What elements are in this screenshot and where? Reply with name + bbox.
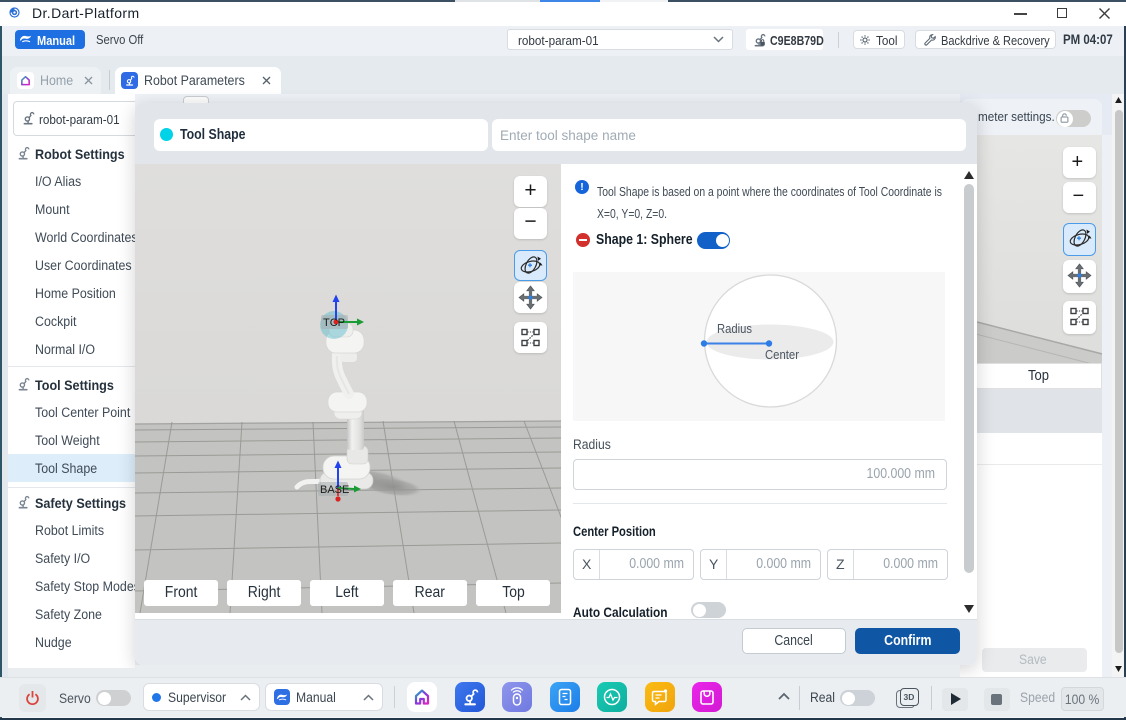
svg-text:BASE: BASE [320, 484, 349, 496]
svg-text:Radius: Radius [717, 322, 752, 336]
svg-text:TCP: TCP [323, 317, 345, 329]
svg-text:Center: Center [765, 348, 799, 362]
